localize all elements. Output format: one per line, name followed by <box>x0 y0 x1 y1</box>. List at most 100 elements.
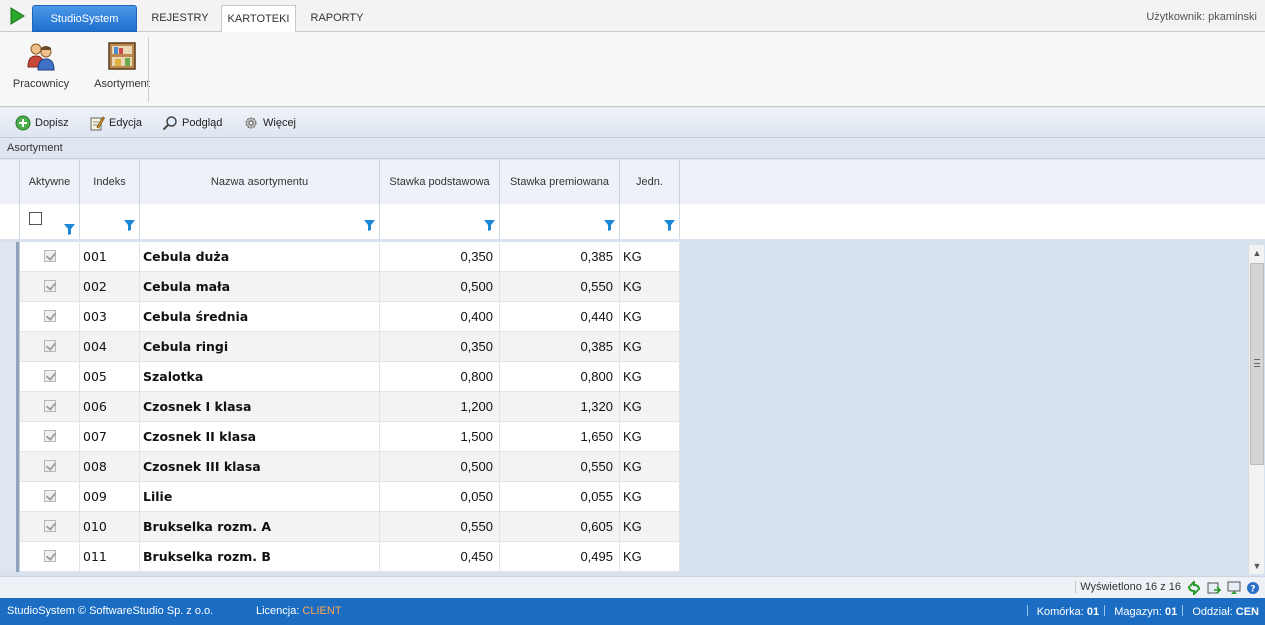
column-header-aktywne[interactable]: Aktywne <box>20 160 80 204</box>
table-row[interactable]: 001 Cebula duża 0,350 0,385 KG <box>0 242 680 272</box>
row-selector[interactable] <box>0 302 20 332</box>
row-selector[interactable] <box>0 422 20 452</box>
row-selector[interactable] <box>0 272 20 302</box>
table-row[interactable]: 005 Szalotka 0,800 0,800 KG <box>0 362 680 392</box>
cell-aktywne <box>20 362 80 392</box>
table-row[interactable]: 004 Cebula ringi 0,350 0,385 KG <box>0 332 680 362</box>
row-selector[interactable] <box>0 392 20 422</box>
cell-aktywne <box>20 392 80 422</box>
column-header-jedn[interactable]: Jedn. <box>620 160 680 204</box>
scroll-down-icon[interactable]: ▼ <box>1249 558 1265 574</box>
cell-jedn: KG <box>620 452 680 482</box>
app-tab-bar: StudioSystem REJESTRY KARTOTEKI RAPORTY … <box>0 0 1265 33</box>
filter-cell-indeks[interactable] <box>80 204 140 239</box>
filter-funnel-icon[interactable] <box>64 224 75 235</box>
scroll-up-icon[interactable]: ▲ <box>1249 245 1265 261</box>
active-checkbox <box>43 520 56 532</box>
table-row[interactable]: 011 Brukselka rozm. B 0,450 0,495 KG <box>0 542 680 572</box>
active-checkbox <box>43 460 56 472</box>
cell-jedn: KG <box>620 362 680 392</box>
cell-nazwa: Czosnek III klasa <box>140 452 380 482</box>
svg-text:?: ? <box>1250 585 1255 595</box>
row-selector[interactable] <box>0 242 20 272</box>
cell-aktywne <box>20 302 80 332</box>
copyright-text: StudioSystem © SoftwareStudio Sp. z o.o. <box>7 605 214 617</box>
cell-nazwa: Brukselka rozm. B <box>140 542 380 572</box>
cell-stawka-podstawowa: 0,050 <box>380 482 500 512</box>
magnifier-icon <box>162 116 177 131</box>
filter-cell-jedn[interactable] <box>620 204 680 239</box>
edycja-button[interactable]: Edycja <box>89 114 142 132</box>
row-selector[interactable] <box>0 482 20 512</box>
section-title: Asortyment <box>0 139 1265 159</box>
komorka-label: Komórka: <box>1036 606 1084 618</box>
filter-cell-stawka-podstawowa[interactable] <box>380 204 500 239</box>
cell-nazwa: Cebula ringi <box>140 332 380 362</box>
cell-stawka-premiowana: 0,385 <box>500 242 620 272</box>
vertical-scrollbar[interactable]: ▲ ▼ <box>1248 245 1264 574</box>
active-checkbox <box>43 550 56 562</box>
cell-indeks: 001 <box>80 242 140 272</box>
column-header-stawka-premiowana[interactable]: Stawka premiowana <box>500 160 620 204</box>
cell-aktywne <box>20 422 80 452</box>
row-selector[interactable] <box>0 512 20 542</box>
filter-cell-nazwa[interactable] <box>140 204 380 239</box>
filter-cell-stawka-premiowana[interactable] <box>500 204 620 239</box>
filter-cell-filler <box>680 204 1265 239</box>
cell-stawka-premiowana: 0,800 <box>500 362 620 392</box>
row-selector[interactable] <box>0 542 20 572</box>
table-row[interactable]: 002 Cebula mała 0,500 0,550 KG <box>0 272 680 302</box>
help-icon[interactable]: ? <box>1246 581 1260 595</box>
grid-footer: Wyświetlono 16 z 16 ? <box>0 576 1265 598</box>
cell-nazwa: Cebula średnia <box>140 302 380 332</box>
podglad-button[interactable]: Podgląd <box>162 114 222 132</box>
scroll-thumb[interactable] <box>1250 263 1264 465</box>
cell-stawka-premiowana: 0,495 <box>500 542 620 572</box>
licence-info: Licencja: CLIENT <box>256 605 342 617</box>
ribbon-button-asortyment[interactable]: Asortyment <box>92 40 152 100</box>
table-row[interactable]: 003 Cebula średnia 0,400 0,440 KG <box>0 302 680 332</box>
table-row[interactable]: 006 Czosnek I klasa 1,200 1,320 KG <box>0 392 680 422</box>
row-selector[interactable] <box>0 332 20 362</box>
column-header-nazwa[interactable]: Nazwa asortymentu <box>140 160 380 204</box>
cell-indeks: 009 <box>80 482 140 512</box>
tab-rejestry[interactable]: REJESTRY <box>144 5 216 32</box>
play-icon[interactable] <box>8 7 26 25</box>
refresh-icon[interactable] <box>1187 581 1201 595</box>
cell-stawka-premiowana: 0,440 <box>500 302 620 332</box>
displayed-count: Wyświetlono 16 z 16 <box>1075 581 1181 593</box>
table-row[interactable]: 009 Lilie 0,050 0,055 KG <box>0 482 680 512</box>
ribbon-button-pracownicy[interactable]: Pracownicy <box>10 40 72 100</box>
export-icon[interactable] <box>1207 581 1221 595</box>
filter-funnel-icon[interactable] <box>124 220 135 231</box>
active-checkbox <box>43 430 56 442</box>
wiecej-button[interactable]: Więcej <box>243 114 296 132</box>
print-preview-icon[interactable] <box>1227 581 1241 595</box>
cell-stawka-podstawowa: 1,500 <box>380 422 500 452</box>
cell-stawka-podstawowa: 0,800 <box>380 362 500 392</box>
tab-kartoteki[interactable]: KARTOTEKI <box>221 5 296 33</box>
table-row[interactable]: 010 Brukselka rozm. A 0,550 0,605 KG <box>0 512 680 542</box>
table-row[interactable]: 008 Czosnek III klasa 0,500 0,550 KG <box>0 452 680 482</box>
tab-studiosystem[interactable]: StudioSystem <box>32 5 137 32</box>
filter-funnel-icon[interactable] <box>364 220 375 231</box>
cell-stawka-premiowana: 0,055 <box>500 482 620 512</box>
filter-funnel-icon[interactable] <box>484 220 495 231</box>
grid-rows: 001 Cebula duża 0,350 0,385 KG 002 Cebula mała… <box>0 242 1246 573</box>
filter-funnel-icon[interactable] <box>664 220 675 231</box>
row-selector[interactable] <box>0 362 20 392</box>
filter-funnel-icon[interactable] <box>604 220 615 231</box>
cell-stawka-premiowana: 1,650 <box>500 422 620 452</box>
row-selector[interactable] <box>0 452 20 482</box>
filter-row <box>0 204 1265 239</box>
cell-jedn: KG <box>620 272 680 302</box>
table-row[interactable]: 007 Czosnek II klasa 1,500 1,650 KG <box>0 422 680 452</box>
dopisz-button[interactable]: Dopisz <box>15 114 69 132</box>
gear-icon <box>245 117 257 129</box>
column-header-stawka-podstawowa[interactable]: Stawka podstawowa <box>380 160 500 204</box>
ribbon: Pracownicy Asortyment <box>0 32 1265 107</box>
tab-raporty[interactable]: RAPORTY <box>302 5 372 32</box>
data-grid: Aktywne Indeks Nazwa asortymentu Stawka … <box>0 160 1265 576</box>
filter-aktywne-checkbox[interactable] <box>29 212 42 225</box>
column-header-indeks[interactable]: Indeks <box>80 160 140 204</box>
